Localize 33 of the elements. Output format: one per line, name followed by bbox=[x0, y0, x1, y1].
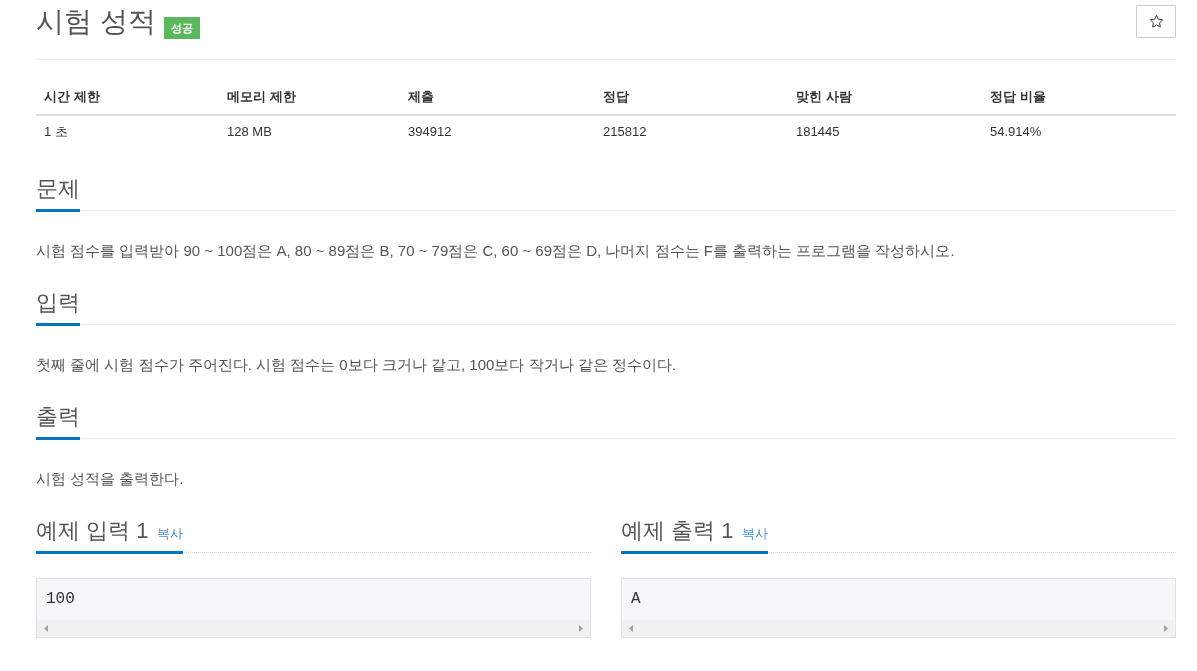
table-cell-text: 54.914% bbox=[989, 123, 1042, 141]
column-header: 시간 제한 bbox=[43, 88, 100, 106]
section-text: 시험 성적을 출력한다. bbox=[36, 469, 185, 489]
section-text: 시험 점수를 입력받아 90 ~ 100점은 A, 80 ~ 89점은 B, 70 ~ 79점은 C, 60 ~ 69점은 D, 나머지 점수는 F를 출력하는 프로그램을 작성하시오. bbox=[36, 241, 956, 261]
copy-link[interactable]: 복사 bbox=[742, 525, 769, 543]
column-header: 맞힌 사람 bbox=[795, 88, 852, 106]
horizontal-scrollbar[interactable] bbox=[36, 620, 591, 638]
column-header: 제출 bbox=[407, 88, 434, 106]
favorite-button[interactable] bbox=[1136, 5, 1176, 38]
sample-code: A bbox=[621, 578, 1176, 620]
scroll-right-icon[interactable] bbox=[1164, 625, 1168, 632]
table-cell-text: 128 MB bbox=[226, 123, 272, 141]
table-cell-text: 181445 bbox=[795, 123, 840, 141]
copy-link[interactable]: 복사 bbox=[157, 525, 184, 543]
table-cell-text: 215812 bbox=[602, 123, 647, 141]
sample-heading: 예제 입력 1 bbox=[36, 517, 149, 545]
column-header: 정답 bbox=[602, 88, 629, 106]
section-heading: 출력 bbox=[36, 403, 80, 431]
sample-code: 100 bbox=[36, 578, 591, 620]
table-cell-text: 394912 bbox=[407, 123, 452, 141]
scroll-left-icon[interactable] bbox=[629, 625, 633, 632]
scroll-right-icon[interactable] bbox=[579, 625, 583, 632]
scroll-left-icon[interactable] bbox=[44, 625, 48, 632]
section-heading: 입력 bbox=[36, 289, 80, 317]
section-text: 첫째 줄에 시험 점수가 주어진다. 시험 점수는 0보다 크거나 같고, 100보다 작거나 같은 정수이다. bbox=[36, 355, 678, 375]
column-header: 정답 비율 bbox=[989, 88, 1046, 106]
column-header: 메모리 제한 bbox=[226, 88, 296, 106]
section-heading: 문제 bbox=[36, 175, 80, 203]
result-badge: 성공 bbox=[163, 17, 200, 39]
problem-title: 시험 성적 bbox=[36, 5, 156, 39]
horizontal-scrollbar[interactable] bbox=[621, 620, 1176, 638]
sample-heading: 예제 출력 1 bbox=[621, 517, 734, 545]
table-cell-text: 1 초 bbox=[43, 123, 68, 141]
